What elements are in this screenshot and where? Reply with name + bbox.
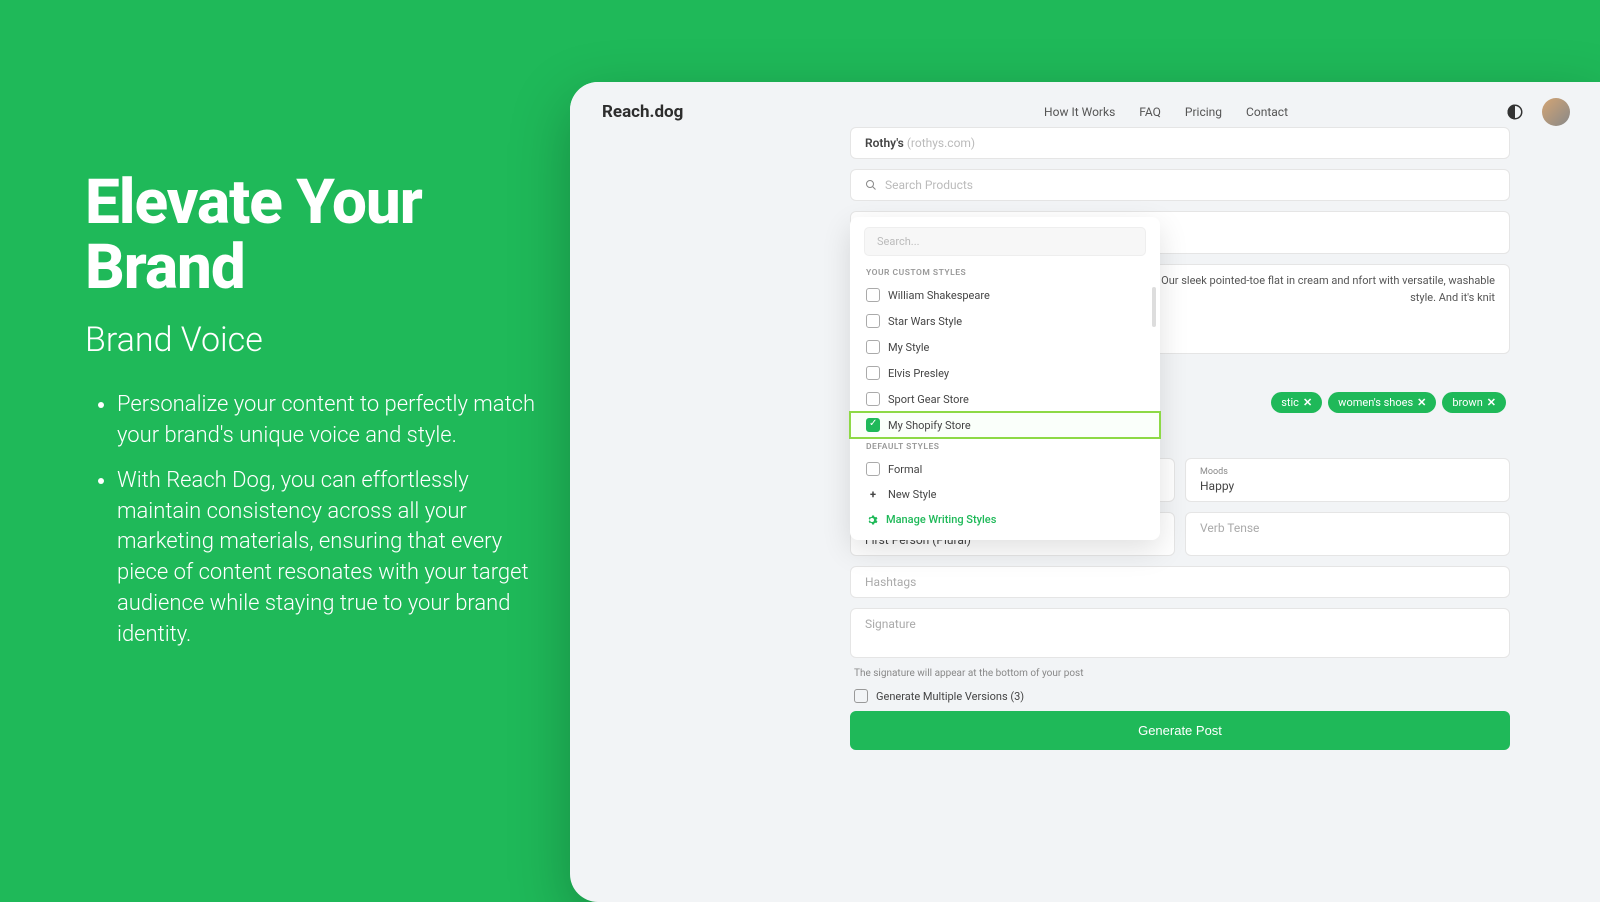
hashtags-field[interactable]: Hashtags — [850, 566, 1510, 598]
writing-styles-dropdown: Search... YOUR CUSTOM STYLES William Sha… — [850, 217, 1160, 540]
checkbox-icon — [866, 366, 880, 380]
store-name: Rothy's — [865, 136, 904, 150]
promo-bullet: With Reach Dog, you can effortlessly mai… — [117, 466, 545, 651]
dropdown-section-default: DEFAULT STYLES — [850, 438, 1160, 456]
hashtags-label: Hashtags — [865, 575, 916, 589]
promo-bullet: Personalize your content to perfectly ma… — [117, 390, 545, 452]
signature-label: Signature — [865, 617, 916, 631]
scrollbar[interactable] — [1152, 287, 1156, 327]
tag-pill[interactable]: brown✕ — [1442, 392, 1506, 413]
tag-remove-icon[interactable]: ✕ — [1417, 396, 1426, 409]
multi-versions-label: Generate Multiple Versions (3) — [876, 690, 1024, 703]
nav-how-it-works[interactable]: How It Works — [1044, 105, 1115, 119]
moods-value: Happy — [1200, 479, 1495, 493]
dropdown-option-selected[interactable]: My Shopify Store — [850, 412, 1160, 438]
checkbox-icon — [866, 462, 880, 476]
avatar[interactable] — [1542, 98, 1570, 126]
promo-title: Elevate Your Brand — [85, 170, 545, 300]
dropdown-option[interactable]: Elvis Presley — [850, 360, 1160, 386]
multi-versions-row[interactable]: Generate Multiple Versions (3) — [854, 689, 1506, 703]
search-placeholder: Search Products — [885, 178, 973, 192]
signature-hint: The signature will appear at the bottom … — [854, 668, 1510, 679]
tag-pill[interactable]: stic✕ — [1271, 392, 1322, 413]
description-text: e. Our sleek pointed-toe flat in cream a… — [1149, 273, 1496, 306]
tag-remove-icon[interactable]: ✕ — [1303, 396, 1312, 409]
nav-contact[interactable]: Contact — [1246, 105, 1288, 119]
dropdown-option[interactable]: Star Wars Style — [850, 308, 1160, 334]
plus-icon: + — [866, 488, 880, 501]
app-window: Reach.dog How It Works FAQ Pricing Conta… — [570, 82, 1600, 902]
moods-label: Moods — [1200, 467, 1495, 477]
search-products-input[interactable]: Search Products — [850, 169, 1510, 201]
dropdown-option[interactable]: William Shakespeare — [850, 282, 1160, 308]
multi-versions-checkbox[interactable] — [854, 689, 868, 703]
generate-post-button[interactable]: Generate Post — [850, 711, 1510, 750]
dropdown-option[interactable]: Sport Gear Store — [850, 386, 1160, 412]
checkbox-icon — [866, 314, 880, 328]
tag-remove-icon[interactable]: ✕ — [1487, 396, 1496, 409]
checkbox-icon — [866, 340, 880, 354]
dropdown-search-input[interactable]: Search... — [864, 227, 1146, 256]
store-field[interactable]: Rothy's (rothys.com) — [850, 127, 1510, 159]
dropdown-new-style[interactable]: +New Style — [850, 482, 1160, 507]
dropdown-section-custom: YOUR CUSTOM STYLES — [850, 264, 1160, 282]
dropdown-option[interactable]: Formal — [850, 456, 1160, 482]
nav-pricing[interactable]: Pricing — [1185, 105, 1222, 119]
theme-toggle-icon[interactable] — [1504, 101, 1526, 123]
tense-label: Verb Tense — [1200, 521, 1259, 535]
tag-pill[interactable]: women's shoes✕ — [1328, 392, 1436, 413]
search-icon — [865, 179, 877, 191]
promo-panel: Elevate Your Brand Brand Voice Personali… — [85, 170, 545, 665]
checkbox-checked-icon — [866, 418, 880, 432]
nav-links: How It Works FAQ Pricing Contact — [1044, 105, 1288, 119]
promo-subtitle: Brand Voice — [85, 320, 545, 360]
dropdown-option[interactable]: My Style — [850, 334, 1160, 360]
dropdown-manage-styles[interactable]: Manage Writing Styles — [850, 507, 1160, 532]
promo-bullets: Personalize your content to perfectly ma… — [85, 390, 545, 650]
tense-field[interactable]: Verb Tense — [1185, 512, 1510, 556]
nav-faq[interactable]: FAQ — [1139, 105, 1161, 119]
gear-icon — [866, 514, 878, 526]
moods-field[interactable]: Moods Happy — [1185, 458, 1510, 502]
checkbox-icon — [866, 288, 880, 302]
checkbox-icon — [866, 392, 880, 406]
brand-logo[interactable]: Reach.dog — [602, 102, 683, 122]
signature-field[interactable]: Signature — [850, 608, 1510, 658]
store-url: (rothys.com) — [907, 136, 975, 150]
